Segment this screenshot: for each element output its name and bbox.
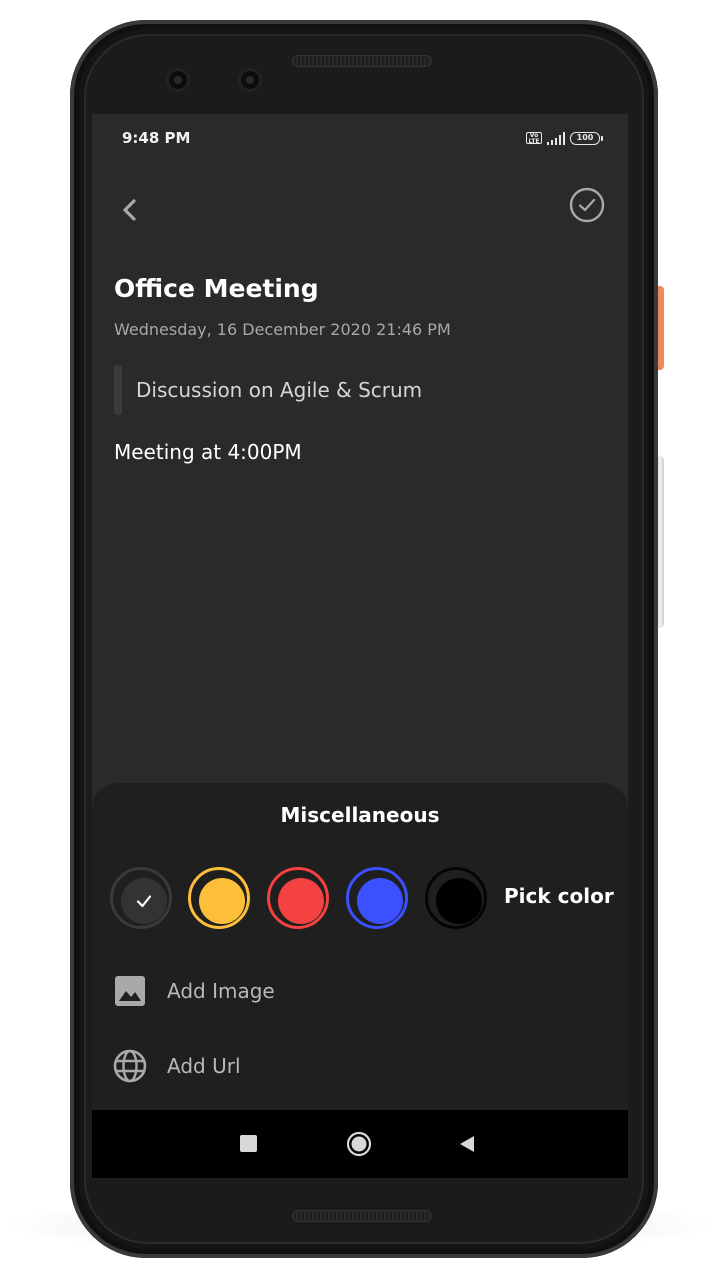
- add-url-button[interactable]: Add Url: [112, 1048, 512, 1084]
- image-icon: [115, 976, 145, 1006]
- pick-color-label: Pick color: [504, 884, 614, 908]
- back-button[interactable]: [114, 194, 146, 226]
- save-note-button[interactable]: [568, 186, 606, 224]
- swatch-fill: [436, 878, 482, 924]
- color-swatch-blue[interactable]: [346, 867, 408, 929]
- earpiece-speaker: [292, 55, 432, 67]
- sheet-title[interactable]: Miscellaneous: [92, 803, 628, 827]
- check-icon: [136, 895, 152, 908]
- status-icons: Vo LTE 100: [526, 130, 603, 146]
- note-datetime: Wednesday, 16 December 2020 21:46 PM: [114, 320, 451, 339]
- note-body[interactable]: Meeting at 4:00PM: [114, 440, 302, 464]
- battery-icon: 100: [570, 131, 603, 145]
- circle-icon[interactable]: [346, 1131, 372, 1157]
- system-nav-bar: [92, 1110, 628, 1178]
- note-subtitle[interactable]: Discussion on Agile & Scrum: [136, 378, 422, 402]
- swatch-fill: [121, 878, 167, 924]
- globe-icon: [113, 1049, 147, 1083]
- note-title[interactable]: Office Meeting: [114, 274, 319, 303]
- screen: 9:48 PM Vo LTE 100 Office Meeting Wednes…: [92, 114, 628, 1178]
- color-swatch-red[interactable]: [267, 867, 329, 929]
- chevron-left-icon: [123, 199, 136, 221]
- color-swatch-yellow[interactable]: [188, 867, 250, 929]
- add-image-button[interactable]: Add Image: [112, 973, 512, 1009]
- check-circle-icon: [569, 187, 605, 223]
- color-swatch-black[interactable]: [425, 867, 487, 929]
- swatch-fill: [357, 878, 403, 924]
- swatch-fill: [199, 878, 245, 924]
- front-camera: [166, 68, 190, 92]
- add-url-label: Add Url: [167, 1054, 241, 1078]
- subtitle-indicator-bar: [114, 365, 122, 415]
- volte-icon: Vo LTE: [526, 132, 542, 145]
- signal-icon: [547, 131, 565, 145]
- swatch-fill: [278, 878, 324, 924]
- front-sensor: [238, 68, 262, 92]
- miscellaneous-sheet: Miscellaneous Pick color Add Image Add U…: [92, 783, 628, 1110]
- status-time: 9:48 PM: [122, 129, 191, 147]
- color-swatch-default[interactable]: [110, 867, 172, 929]
- bottom-speaker: [292, 1210, 432, 1222]
- add-image-label: Add Image: [167, 979, 275, 1003]
- triangle-back-icon[interactable]: [457, 1134, 477, 1154]
- square-icon[interactable]: [240, 1135, 257, 1152]
